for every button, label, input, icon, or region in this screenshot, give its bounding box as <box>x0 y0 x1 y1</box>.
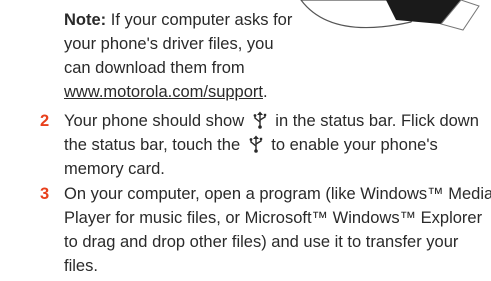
step-number: 2 <box>40 112 50 130</box>
step-3-text: On your computer, open a program (like W… <box>64 185 491 275</box>
step-2-text-part: Your phone should show <box>64 112 249 130</box>
note-period: . <box>263 83 268 101</box>
step-2: 2 Your phone should show in the status b… <box>40 109 491 181</box>
phone-cable-illustration <box>300 0 480 31</box>
motorola-support-link[interactable]: www.motorola.com/support <box>64 83 263 101</box>
step-3: 3 On your computer, open a program (like… <box>40 182 491 278</box>
driver-note: Note: If your computer asks for your pho… <box>64 8 304 104</box>
usb-icon <box>249 135 262 153</box>
step-number: 3 <box>40 185 50 203</box>
step-2-text: Your phone should show in the status bar… <box>64 109 491 181</box>
usb-icon <box>253 111 266 129</box>
note-label: Note: <box>64 11 107 29</box>
